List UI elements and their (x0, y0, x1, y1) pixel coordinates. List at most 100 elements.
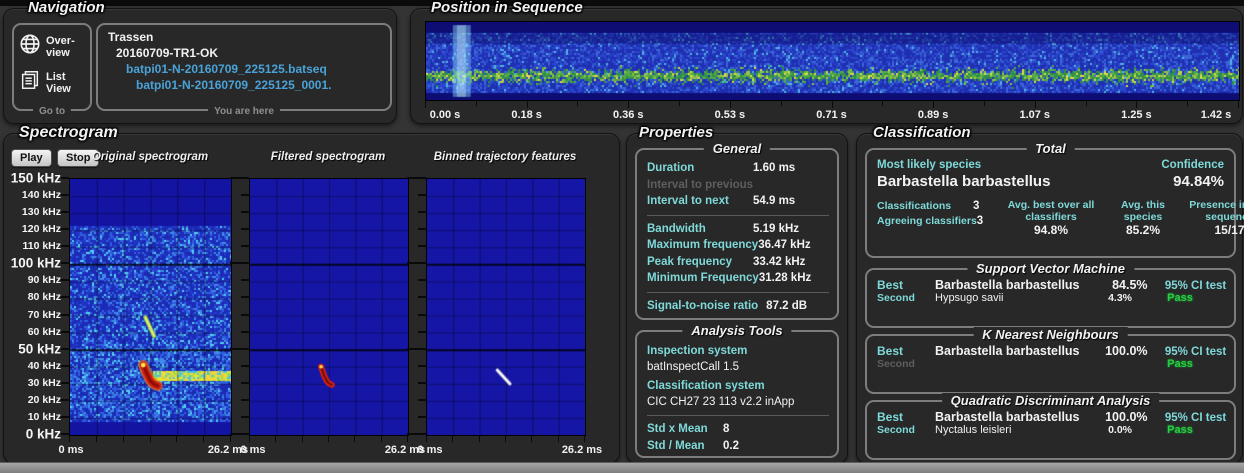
time-axis-tick (832, 101, 833, 108)
time-axis-tick (984, 101, 985, 106)
freq-tick-label: 0 kHz (4, 427, 61, 442)
min-frequency-row: Minimum Frequency 31.28 kHz (647, 270, 829, 287)
time-axis-tick (730, 101, 731, 108)
freq-tick-label: 40 kHz (4, 360, 61, 372)
qda-best-row: Best Barbastella barbastellus 100.0% 95%… (877, 410, 1224, 424)
freq-axis-tick (418, 245, 426, 247)
total-header-row: Most likely species Confidence (877, 159, 1224, 171)
freq-axis-tick (418, 416, 426, 418)
list-pages-icon (19, 69, 41, 96)
time-axis-tick (150, 436, 151, 442)
navigation-title: Navigation (28, 0, 105, 16)
std-x-mean-row: Std x Mean 8 (647, 421, 829, 438)
freq-axis-tick (241, 314, 249, 316)
qda-caption: Quadratic Discriminant Analysis (942, 393, 1160, 408)
classification-title: Classification (873, 124, 971, 141)
time-axis-tick (1187, 101, 1188, 106)
freq-tick-label: 130 kHz (4, 206, 61, 218)
total-caption: Total (1026, 141, 1075, 156)
sequence-overview-spectrogram[interactable] (425, 21, 1240, 101)
list-view-button[interactable]: List View (19, 69, 71, 96)
time-axis-tick (1136, 101, 1137, 108)
freq-axis-tick (61, 416, 69, 418)
svm-caption: Support Vector Machine (967, 261, 1134, 276)
overview-button[interactable]: Over- view (19, 33, 75, 60)
freq-axis-tick (418, 194, 426, 196)
original-spectrogram-label: Original spectrogram (92, 151, 208, 163)
time-axis-tick (1035, 101, 1036, 108)
freq-tick-label: 90 kHz (4, 274, 61, 286)
freq-gridline-bridge (407, 177, 426, 179)
time-axis-tick (176, 436, 177, 442)
confidence-value: 94.84% (1173, 173, 1224, 190)
freq-axis-tick (61, 262, 69, 264)
freq-axis-tick (241, 211, 249, 213)
binned-features-label: Binned trajectory features (434, 151, 577, 163)
freq-tick-label: 70 kHz (4, 309, 61, 321)
freq-tick-label: 150 kHz (4, 171, 61, 186)
app-window: Navigation Over- view (0, 0, 1244, 473)
goto-caption: Go to (33, 106, 71, 117)
freq-axis-tick (61, 382, 69, 384)
time-axis-tick (275, 436, 276, 442)
panel-spectrogram: Spectrogram Play Stop Original spectrogr… (3, 133, 620, 464)
time-axis-label: 1.07 s (1019, 109, 1050, 121)
freq-gridline-bridge (407, 433, 426, 435)
time-axis-tick (527, 101, 528, 108)
globe-icon (19, 33, 41, 60)
time-axis-label: 0.71 s (816, 109, 847, 121)
freq-axis-tick (61, 399, 69, 401)
knn-best-row: Best Barbastella barbastellus 100.0% 95%… (877, 344, 1224, 358)
time-axis-tick (249, 436, 250, 442)
time-axis-tick (933, 101, 934, 108)
freq-axis-tick (61, 279, 69, 281)
freq-tick-label: 60 kHz (4, 326, 61, 338)
time-axis-tick (203, 436, 204, 442)
knn-second-row: Second Pass (877, 358, 1224, 370)
breadcrumb-group: Trassen 20160709-TR1-OK batpi01-N-201607… (96, 23, 392, 111)
panel-properties: Properties General Duration 1.60 ms Inte… (626, 133, 848, 464)
freq-axis-tick (61, 228, 69, 230)
freq-tick-label: 140 kHz (4, 189, 61, 201)
spectrogram-body: Play Stop Original spectrogram Filtered … (4, 134, 619, 463)
time-axis-tick (230, 436, 231, 442)
freq-tick-label: 30 kHz (4, 377, 61, 389)
time-axis-label: 0.36 s (613, 109, 644, 121)
freq-axis-tick (241, 365, 249, 367)
breadcrumb-item-sequence-link[interactable]: batpi01-N-20160709_225125.batseq (126, 62, 327, 76)
freq-tick-label: 100 kHz (4, 256, 61, 271)
total-group: Total Most likely species Confidence Bar… (865, 148, 1236, 258)
freq-axis-tick (241, 399, 249, 401)
position-title: Position in Sequence (431, 0, 583, 16)
freq-tick-label: 10 kHz (4, 411, 61, 423)
time-axis-label: 1.25 s (1121, 109, 1152, 121)
classification-system-value: CIC CH27 23 113 v2.2 inApp (647, 394, 829, 410)
x-axis-end-label: 26.2 ms (562, 444, 602, 456)
play-button[interactable]: Play (11, 149, 52, 167)
freq-axis-tick (61, 194, 69, 196)
time-axis-tick (69, 436, 70, 442)
snr-row: Signal-to-noise ratio 87.2 dB (647, 298, 829, 315)
max-frequency-row: Maximum frequency 36.47 kHz (647, 237, 829, 254)
freq-axis-tick (418, 314, 426, 316)
overview-label: Over- view (46, 35, 75, 59)
freq-gridline-bridge (230, 262, 249, 264)
time-axis-tick (1086, 101, 1087, 106)
breadcrumb-item-folder: 20160709-TR1-OK (116, 46, 218, 60)
bottom-edge-bar (0, 462, 1244, 473)
freq-axis-tick (418, 296, 426, 298)
analysis-tools-group: Analysis Tools Inspection system batInsp… (635, 330, 839, 458)
freq-tick-label: 80 kHz (4, 291, 61, 303)
general-group: General Duration 1.60 ms Interval to pre… (635, 148, 839, 320)
time-axis-tick (328, 436, 329, 442)
breadcrumb-item-call-link[interactable]: batpi01-N-20160709_225125_0001. (136, 78, 331, 92)
peak-frequency-row: Peak frequency 33.42 kHz (647, 254, 829, 271)
time-axis-tick (354, 436, 355, 442)
freq-axis-tick (241, 245, 249, 247)
time-axis-tick (628, 101, 629, 108)
knn-group: K Nearest Neighbours Best Barbastella ba… (865, 334, 1236, 394)
inspection-system-value: batInspectCall 1.5 (647, 359, 829, 375)
divider (647, 415, 829, 416)
panel-navigation: Navigation Over- view (3, 8, 397, 124)
time-axis-label: 0.00 s (430, 109, 461, 121)
